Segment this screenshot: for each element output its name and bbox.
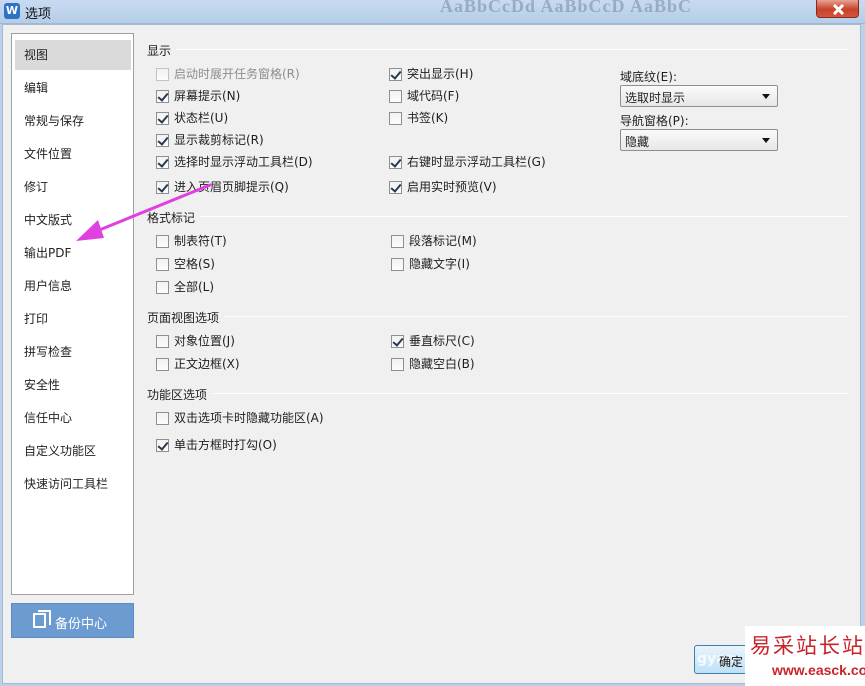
checkbox-box: [156, 112, 169, 125]
backup-icon: [33, 610, 51, 628]
sidebar-item-spelling[interactable]: 拼写检查: [15, 337, 131, 367]
sidebar-item-security[interactable]: 安全性: [15, 370, 131, 400]
backup-center-label: 备份中心: [55, 617, 108, 632]
checkbox-label: 屏幕提示(N): [174, 89, 241, 103]
checkbox-box: [156, 68, 169, 81]
nav-pane-value: 隐藏: [625, 135, 650, 149]
checkbox-box: [156, 156, 169, 169]
checkbox-box: [391, 235, 404, 248]
watermark-url: www.easck.com: [772, 662, 865, 678]
wps-writer-icon: W: [4, 3, 20, 19]
checkbox-box: [156, 358, 169, 371]
checkbox-label: 垂直标尺(C): [409, 334, 475, 348]
checkbox-box: [156, 335, 169, 348]
checkbox-label: 正文边框(X): [174, 357, 240, 371]
sidebar-item-file-locations[interactable]: 文件位置: [15, 139, 131, 169]
checkbox-label: 显示裁剪标记(R): [174, 133, 264, 147]
section-title-ribbon: 功能区选项: [147, 388, 208, 402]
section-title-page-view: 页面视图选项: [147, 311, 220, 325]
watermark-title: 易采站长站: [750, 634, 865, 658]
checkbox-label: 书签(K): [407, 111, 449, 125]
title-bar: W 选项 AaBbCcDd AaBbCcD AaBbC: [0, 0, 865, 24]
options-dialog: 视图 编辑 常规与保存 文件位置 修订 中文版式 输出PDF 用户信息 打印 拼…: [2, 24, 861, 684]
checkbox-label: 状态栏(U): [174, 111, 229, 125]
checkbox-label: 右键时显示浮动工具栏(G): [407, 155, 546, 169]
background-style-preview: AaBbCcDd AaBbCcD AaBbC: [440, 0, 693, 16]
sidebar-item-print[interactable]: 打印: [15, 304, 131, 334]
checkbox-label: 段落标记(M): [409, 234, 477, 248]
site-watermark: 易采站长站 www.easck.com: [745, 626, 865, 686]
nav-pane-label: 导航窗格(P):: [620, 114, 689, 128]
sidebar-item-edit[interactable]: 编辑: [15, 73, 131, 103]
checkbox-box: [391, 335, 404, 348]
checkbox-box: [156, 90, 169, 103]
sidebar-item-customize-ribbon[interactable]: 自定义功能区: [15, 436, 131, 466]
checkbox-label: 对象位置(J): [174, 334, 235, 348]
nav-pane-select[interactable]: 隐藏: [620, 129, 778, 151]
chevron-down-icon: [762, 94, 770, 99]
sidebar-item-quick-access-toolbar[interactable]: 快速访问工具栏: [15, 469, 131, 499]
ok-button-label: 确定: [719, 655, 744, 669]
checkbox-label: 单击方框时打勾(O): [174, 438, 277, 452]
field-shading-select[interactable]: 选取时显示: [620, 85, 778, 107]
checkbox-box: [389, 112, 402, 125]
section-divider: [224, 316, 848, 317]
checkbox-label: 隐藏空白(B): [409, 357, 475, 371]
checkbox-box: [156, 134, 169, 147]
sidebar-item-user-info[interactable]: 用户信息: [15, 271, 131, 301]
field-shading-value: 选取时显示: [625, 91, 686, 105]
checkbox-label: 突出显示(H): [407, 67, 474, 81]
checkbox-box: [391, 258, 404, 271]
chevron-down-icon: [762, 138, 770, 143]
window-title: 选项: [25, 7, 52, 22]
checkbox-box: [389, 90, 402, 103]
sidebar-item-general-save[interactable]: 常规与保存: [15, 106, 131, 136]
backup-center-button[interactable]: 备份中心: [11, 603, 134, 638]
sidebar-item-trust-center[interactable]: 信任中心: [15, 403, 131, 433]
section-title-display: 显示: [147, 44, 172, 58]
checkbox-label: 域代码(F): [407, 89, 460, 103]
section-divider: [212, 393, 848, 394]
checkbox-box: [389, 156, 402, 169]
checkbox-label: 隐藏文字(I): [409, 257, 470, 271]
checkbox-label: 启动时展开任务窗格(R): [174, 67, 300, 81]
checkbox-box: [156, 439, 169, 452]
checkbox-label: 选择时显示浮动工具栏(D): [174, 155, 313, 169]
options-category-list: 视图 编辑 常规与保存 文件位置 修订 中文版式 输出PDF 用户信息 打印 拼…: [11, 33, 134, 595]
checkbox-box: [389, 181, 402, 194]
checkbox-box: [156, 281, 169, 294]
close-button[interactable]: [816, 0, 859, 18]
field-shading-label: 域底纹(E):: [620, 70, 677, 84]
checkbox-label: 全部(L): [174, 280, 215, 294]
checkbox-label: 双击选项卡时隐藏功能区(A): [174, 411, 324, 425]
checkbox-label: 启用实时预览(V): [407, 180, 497, 194]
checkbox-box: [391, 358, 404, 371]
annotation-arrow: [76, 183, 212, 241]
section-divider: [176, 49, 848, 50]
section-divider: [200, 216, 848, 217]
sidebar-item-view[interactable]: 视图: [15, 40, 131, 70]
checkbox-box: [156, 412, 169, 425]
checkbox-box: [389, 68, 402, 81]
